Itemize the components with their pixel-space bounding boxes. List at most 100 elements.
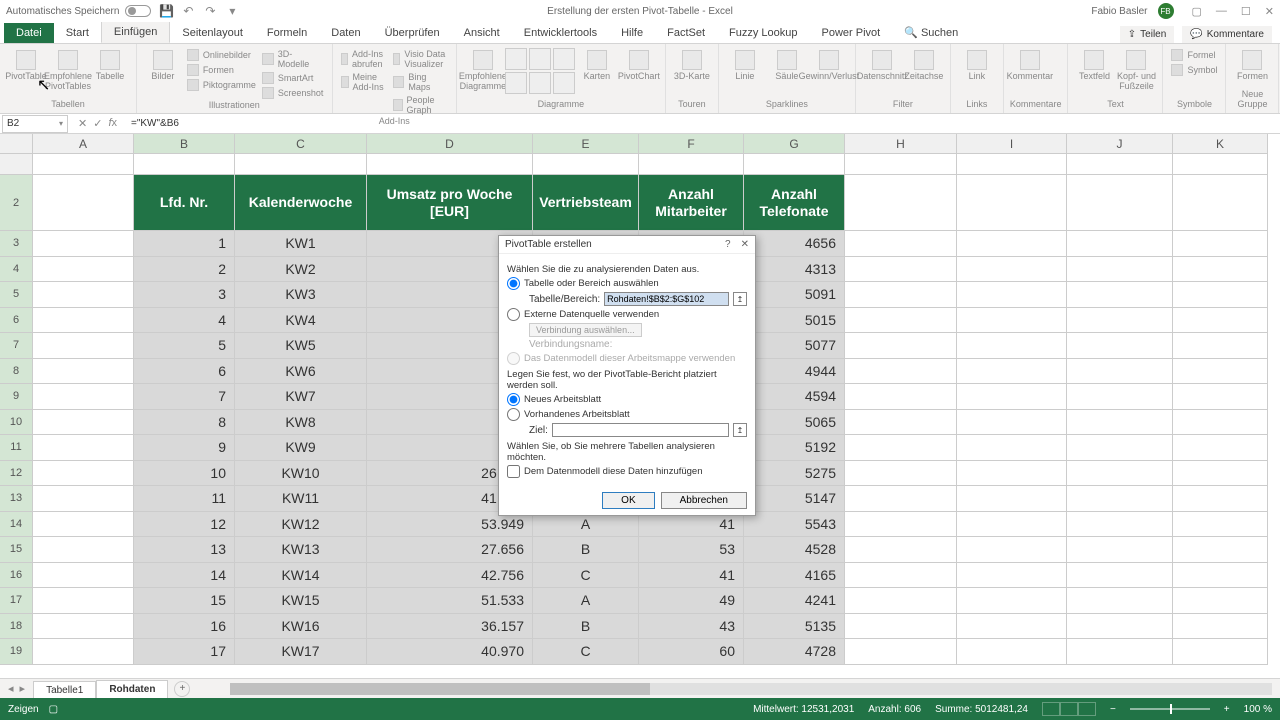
data-cell[interactable] (957, 537, 1067, 563)
table-button[interactable]: Tabelle (90, 48, 130, 82)
save-icon[interactable]: 💾 (159, 4, 173, 18)
data-cell[interactable] (957, 333, 1067, 359)
symbol-button[interactable]: Symbol (1169, 63, 1219, 77)
select-all-corner[interactable] (0, 134, 33, 154)
undo-icon[interactable]: ↶ (181, 4, 195, 18)
row-header-18[interactable]: 18 (0, 614, 33, 640)
data-cell[interactable]: 4165 (744, 563, 845, 589)
data-cell[interactable] (33, 308, 134, 334)
data-cell[interactable]: 13 (134, 537, 235, 563)
data-cell[interactable] (33, 588, 134, 614)
data-cell[interactable]: KW2 (235, 257, 367, 283)
karten-button[interactable]: Karten (577, 48, 617, 82)
data-cell[interactable]: 15 (134, 588, 235, 614)
row-header-4[interactable]: 4 (0, 257, 33, 283)
data-cell[interactable] (33, 512, 134, 538)
data-cell[interactable] (845, 614, 957, 640)
horizontal-scrollbar[interactable] (230, 683, 1272, 695)
cell[interactable] (533, 154, 639, 175)
col-header-F[interactable]: F (639, 134, 744, 154)
d3karte-button[interactable]: 3D-Karte (672, 48, 712, 82)
data-cell[interactable]: B (533, 614, 639, 640)
add-sheet-button[interactable]: + (174, 681, 190, 697)
data-cell[interactable]: 4 (134, 308, 235, 334)
data-cell[interactable] (33, 461, 134, 487)
data-cell[interactable] (957, 486, 1067, 512)
view-buttons[interactable] (1042, 702, 1096, 716)
header-cell[interactable]: Kalenderwoche (235, 175, 367, 231)
data-cell[interactable] (33, 486, 134, 512)
data-cell[interactable] (845, 639, 957, 665)
bilder-button[interactable]: Bilder (143, 48, 183, 82)
data-cell[interactable] (957, 384, 1067, 410)
cell[interactable] (1067, 154, 1173, 175)
data-cell[interactable] (1173, 614, 1268, 640)
tab-fuzzy[interactable]: Fuzzy Lookup (717, 23, 809, 43)
empfohlene-diagramme-button[interactable]: Empfohlene Diagramme (463, 48, 503, 92)
cell[interactable] (845, 154, 957, 175)
data-cell[interactable] (1067, 257, 1173, 283)
data-cell[interactable] (33, 384, 134, 410)
data-cell[interactable] (1067, 410, 1173, 436)
data-cell[interactable]: KW12 (235, 512, 367, 538)
row-header-13[interactable]: 13 (0, 486, 33, 512)
data-cell[interactable] (845, 588, 957, 614)
data-cell[interactable] (1067, 512, 1173, 538)
data-cell[interactable] (1173, 308, 1268, 334)
radio-new-sheet[interactable]: Neues Arbeitsblatt (507, 393, 747, 406)
zeitachse-button[interactable]: Zeitachse (904, 48, 944, 82)
data-cell[interactable] (33, 563, 134, 589)
data-cell[interactable]: 51.533 (367, 588, 533, 614)
data-cell[interactable]: 4594 (744, 384, 845, 410)
data-cell[interactable] (1067, 282, 1173, 308)
tab-file[interactable]: Datei (4, 23, 54, 43)
tab-entwicklertools[interactable]: Entwicklertools (512, 23, 609, 43)
data-cell[interactable] (1173, 359, 1268, 385)
data-cell[interactable] (1173, 410, 1268, 436)
data-cell[interactable]: 5065 (744, 410, 845, 436)
data-cell[interactable] (845, 231, 957, 257)
close-window-icon[interactable]: ✕ (1265, 5, 1274, 18)
pivottable-button[interactable]: PivotTable (6, 48, 46, 82)
col-header-D[interactable]: D (367, 134, 533, 154)
data-cell[interactable] (845, 410, 957, 436)
onlinebilder-button[interactable]: Onlinebilder (185, 48, 258, 62)
row-header-5[interactable]: 5 (0, 282, 33, 308)
data-cell[interactable] (957, 410, 1067, 436)
data-cell[interactable]: 5192 (744, 435, 845, 461)
radio-existing-sheet[interactable]: Vorhandenes Arbeitsblatt (507, 408, 747, 421)
enter-formula-icon[interactable]: ✓ (93, 117, 102, 130)
data-cell[interactable] (33, 410, 134, 436)
cancel-formula-icon[interactable]: ✕ (78, 117, 87, 130)
row-header-11[interactable]: 11 (0, 435, 33, 461)
data-cell[interactable]: KW10 (235, 461, 367, 487)
data-cell[interactable] (1173, 461, 1268, 487)
row-header-10[interactable]: 10 (0, 410, 33, 436)
share-button[interactable]: ⇪ Teilen (1120, 26, 1175, 43)
data-cell[interactable] (845, 308, 957, 334)
data-cell[interactable] (845, 486, 957, 512)
data-cell[interactable] (33, 435, 134, 461)
data-cell[interactable] (1067, 231, 1173, 257)
formel-button[interactable]: Formel (1169, 48, 1219, 62)
tab-einfuegen[interactable]: Einfügen (101, 21, 170, 43)
people-button[interactable]: People Graph (391, 94, 450, 116)
range-picker-icon[interactable]: ↥ (733, 292, 747, 306)
data-cell[interactable] (33, 359, 134, 385)
row-header-3[interactable]: 3 (0, 231, 33, 257)
tab-ansicht[interactable]: Ansicht (452, 23, 512, 43)
user-avatar[interactable]: FB (1158, 3, 1174, 19)
header-cell[interactable]: Lfd. Nr. (134, 175, 235, 231)
data-cell[interactable]: KW4 (235, 308, 367, 334)
ok-button[interactable]: OK (602, 492, 654, 509)
tab-formeln[interactable]: Formeln (255, 23, 319, 43)
tab-hilfe[interactable]: Hilfe (609, 23, 655, 43)
header-cell[interactable]: Vertriebsteam (533, 175, 639, 231)
row-header-1[interactable] (0, 154, 33, 175)
data-cell[interactable]: 5135 (744, 614, 845, 640)
zoom-level[interactable]: 100 % (1244, 704, 1272, 715)
ziel-picker-icon[interactable]: ↥ (733, 423, 747, 437)
range-input[interactable] (604, 292, 729, 306)
data-cell[interactable] (1173, 588, 1268, 614)
col-header-J[interactable]: J (1067, 134, 1173, 154)
